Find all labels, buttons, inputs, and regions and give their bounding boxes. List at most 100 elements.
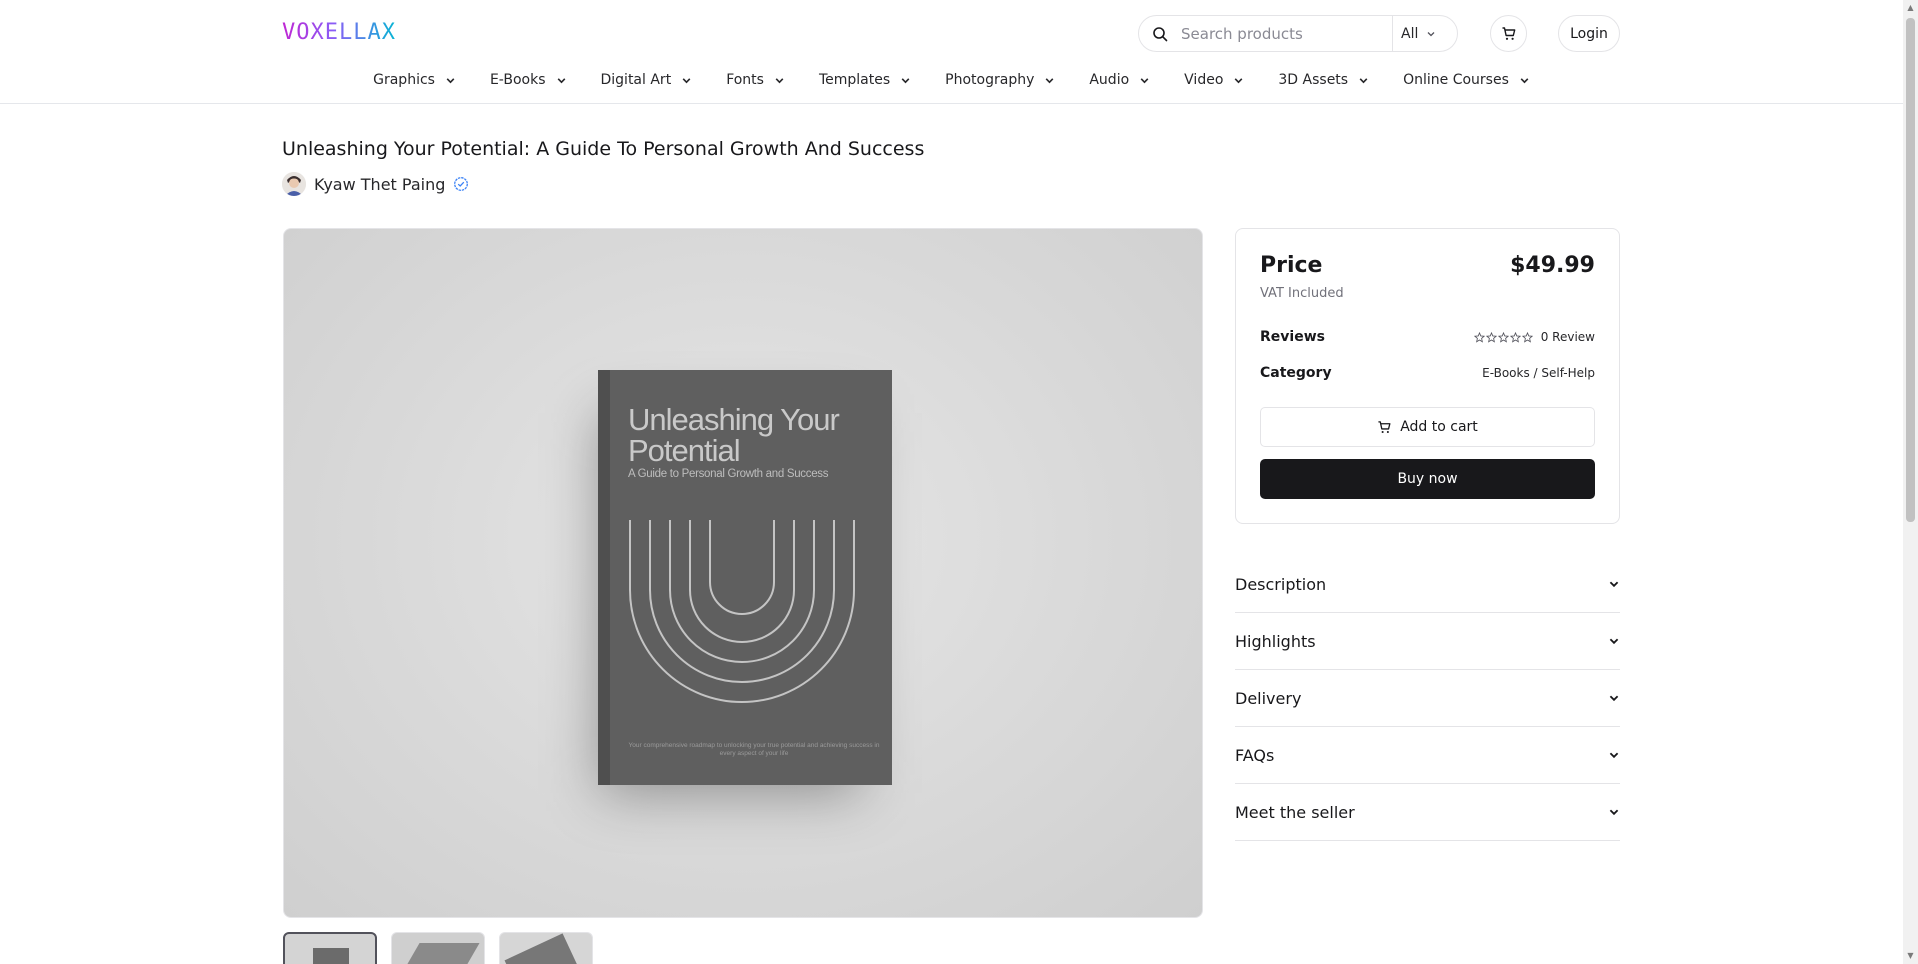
nav-item-label: Video	[1184, 72, 1224, 88]
seller-info: Kyaw Thet Paing	[282, 172, 469, 196]
reviews-label: Reviews	[1260, 329, 1325, 345]
scroll-up-arrow-icon[interactable]: ▲	[1906, 3, 1915, 12]
nav-item-label: 3D Assets	[1278, 72, 1349, 88]
nav-item-label: Digital Art	[600, 72, 672, 88]
search-scope-label: All	[1401, 25, 1419, 42]
cart-button[interactable]	[1490, 15, 1527, 52]
chevron-down-icon	[1609, 752, 1619, 759]
book-cover: Unleashing Your Potential A Guide to Per…	[598, 370, 892, 785]
buy-now-button[interactable]: Buy now	[1260, 459, 1595, 499]
vat-note: VAT Included	[1260, 286, 1344, 301]
add-to-cart-label: Add to cart	[1400, 419, 1478, 435]
book-cover-subtitle: A Guide to Personal Growth and Success	[628, 468, 829, 480]
avatar[interactable]	[282, 172, 306, 196]
nav-item-video[interactable]: Video	[1184, 72, 1244, 88]
nav-item-label: Audio	[1089, 72, 1130, 88]
nav-item-label: Fonts	[726, 72, 764, 88]
nav-item-audio[interactable]: Audio	[1089, 72, 1150, 88]
thumbnail-book	[396, 943, 480, 964]
chevron-down-icon	[1140, 77, 1149, 83]
chevron-down-icon	[1427, 31, 1435, 36]
search-scope-select[interactable]: All	[1401, 16, 1436, 51]
star-empty-icon	[1521, 331, 1533, 343]
chevron-down-icon	[901, 77, 910, 83]
product-title: Unleashing Your Potential: A Guide To Pe…	[282, 138, 925, 160]
price-card: Price $49.99 VAT Included Reviews 0 Revi…	[1235, 228, 1620, 524]
seller-name[interactable]: Kyaw Thet Paing	[314, 175, 445, 194]
accordion-delivery[interactable]: Delivery	[1235, 670, 1620, 727]
chevron-down-icon	[1045, 77, 1054, 83]
accordion-faqs[interactable]: FAQs	[1235, 727, 1620, 784]
star-empty-icon	[1485, 331, 1497, 343]
accordion-label: FAQs	[1235, 745, 1275, 765]
add-to-cart-button[interactable]: Add to cart	[1260, 407, 1595, 447]
thumbnail-3[interactable]	[499, 932, 593, 964]
cart-icon	[1378, 420, 1391, 433]
nav-item-photography[interactable]: Photography	[945, 72, 1055, 88]
price-label: Price	[1260, 253, 1323, 278]
chevron-down-icon	[1235, 77, 1243, 83]
chevron-down-icon	[775, 77, 784, 83]
nav-item-graphics[interactable]: Graphics	[373, 72, 456, 88]
accordion-label: Delivery	[1235, 688, 1302, 708]
accordion-label: Description	[1235, 574, 1327, 594]
site-header: VOXELLAX All Login Graphics E-Books Digi…	[0, 0, 1903, 104]
nav-item-fonts[interactable]: Fonts	[726, 72, 785, 88]
nav-item-templates[interactable]: Templates	[819, 72, 911, 88]
page-scrollbar[interactable]: ▲ ▼	[1903, 0, 1918, 964]
cart-icon	[1502, 26, 1515, 40]
reviews-summary[interactable]: 0 Review	[1473, 330, 1595, 344]
book-cover-footer: Your comprehensive roadmap to unlocking …	[628, 742, 880, 757]
chevron-down-icon	[557, 77, 565, 83]
star-empty-icon	[1473, 331, 1485, 343]
nav-item-label: Online Courses	[1403, 72, 1509, 88]
nav-item-3d-assets[interactable]: 3D Assets	[1278, 72, 1369, 88]
thumbnail-book	[313, 948, 349, 964]
chevron-down-icon	[1609, 809, 1619, 816]
login-button[interactable]: Login	[1558, 15, 1620, 52]
reviews-count: 0 Review	[1540, 330, 1595, 344]
price-value: $49.99	[1510, 253, 1595, 278]
search-divider	[1392, 16, 1393, 51]
nav-item-label: Photography	[945, 72, 1035, 88]
search-input[interactable]	[1181, 24, 1391, 43]
chevron-down-icon	[1609, 638, 1619, 645]
accordion-highlights[interactable]: Highlights	[1235, 613, 1620, 670]
verified-badge-icon	[454, 177, 469, 191]
nav-item-label: E-Books	[489, 72, 546, 88]
nav-item-online-courses[interactable]: Online Courses	[1403, 72, 1530, 88]
search-bar: All	[1138, 15, 1458, 52]
accordion-description[interactable]: Description	[1235, 556, 1620, 613]
thumbnail-strip	[283, 932, 593, 964]
scroll-down-arrow-icon[interactable]: ▼	[1906, 951, 1915, 960]
chevron-down-icon	[1609, 581, 1619, 588]
product-main-image[interactable]: Unleashing Your Potential A Guide to Per…	[283, 228, 1203, 918]
search-icon[interactable]	[1139, 26, 1181, 42]
thumbnail-2[interactable]	[391, 932, 485, 964]
nav-item-ebooks[interactable]: E-Books	[490, 72, 567, 88]
star-empty-icon	[1497, 331, 1509, 343]
book-arc-pattern	[629, 520, 855, 703]
category-nav: Graphics E-Books Digital Art Fonts Templ…	[0, 72, 1903, 88]
thumbnail-1[interactable]	[283, 932, 377, 964]
nav-item-label: Templates	[818, 72, 891, 88]
chevron-down-icon	[682, 77, 691, 83]
accordion-label: Meet the seller	[1235, 802, 1355, 822]
star-empty-icon	[1509, 331, 1521, 343]
accordion-meet-the-seller[interactable]: Meet the seller	[1235, 784, 1620, 841]
scrollbar-thumb[interactable]	[1906, 18, 1915, 522]
site-logo[interactable]: VOXELLAX	[282, 20, 396, 45]
nav-item-label: Graphics	[373, 72, 435, 88]
category-value[interactable]: E-Books / Self-Help	[1482, 366, 1595, 380]
nav-item-digital-art[interactable]: Digital Art	[601, 72, 693, 88]
category-label: Category	[1260, 365, 1332, 381]
product-details-accordion: Description Highlights Delivery FAQs Mee…	[1235, 556, 1620, 841]
thumbnail-book	[504, 933, 580, 964]
book-cover-title: Unleashing Your Potential	[628, 402, 840, 468]
star-rating	[1473, 331, 1533, 343]
chevron-down-icon	[1520, 77, 1529, 83]
chevron-down-icon	[1359, 77, 1368, 83]
chevron-down-icon	[446, 77, 455, 83]
chevron-down-icon	[1609, 695, 1619, 702]
accordion-label: Highlights	[1235, 631, 1316, 651]
